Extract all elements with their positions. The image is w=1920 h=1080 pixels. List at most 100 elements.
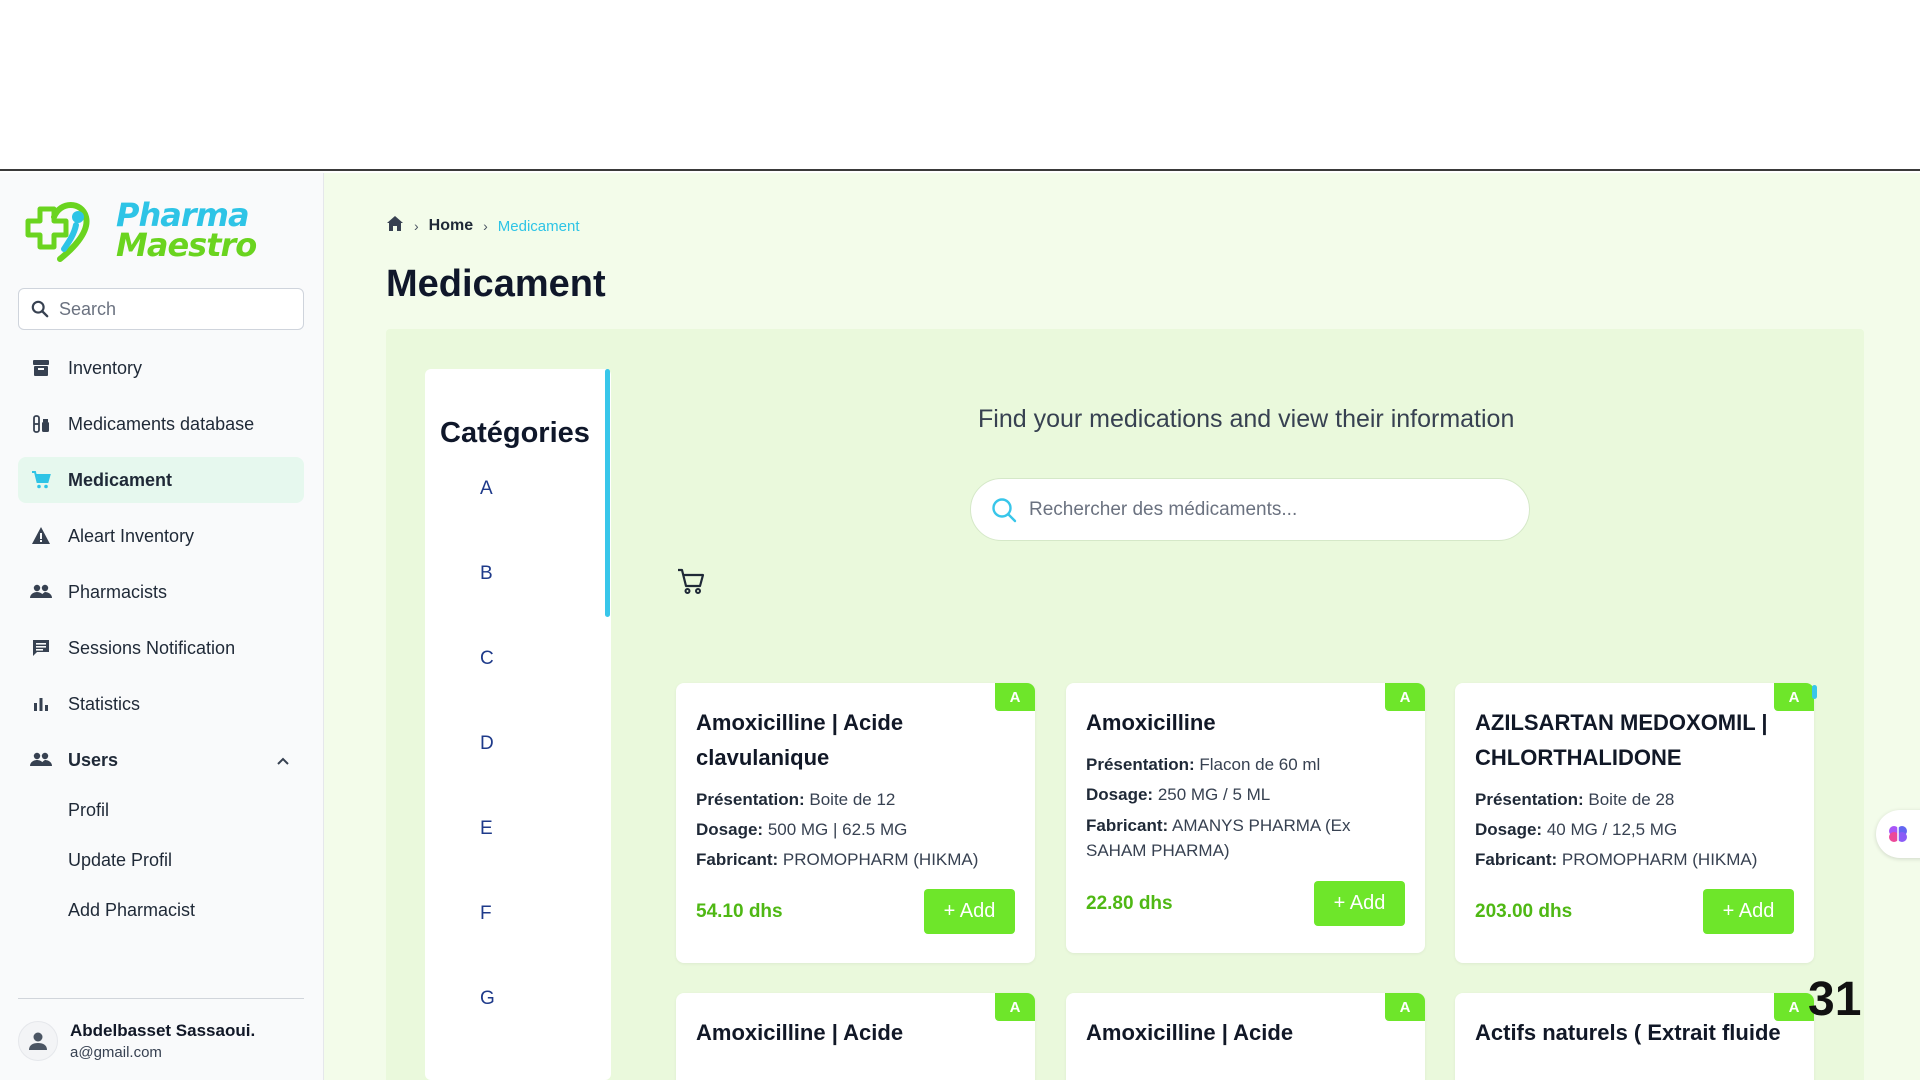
breadcrumb-home[interactable]: Home	[429, 217, 473, 235]
sidebar-item-aleart-inventory[interactable]: Aleart Inventory	[18, 513, 304, 559]
sidebar-item-label: Users	[68, 749, 119, 770]
heart-cross-logo-icon	[25, 202, 90, 262]
category-c[interactable]: C	[425, 648, 611, 733]
sidebar-item-label: Medicaments database	[68, 413, 255, 434]
add-button[interactable]: + Add	[1314, 881, 1405, 926]
bar-chart-icon	[30, 693, 52, 715]
categories-title: Catégories	[440, 417, 590, 449]
medication-card: A Amoxicilline Présentation: Flacon de 6…	[1066, 683, 1425, 953]
presentation-row: Présentation: Flacon de 60 ml	[1086, 755, 1321, 774]
user-profile[interactable]: Abdelbasset Sassaoui. a@gmail.com	[18, 1021, 255, 1061]
presentation-row: Présentation: Boite de 12	[696, 790, 896, 809]
top-blank-area	[0, 0, 1920, 171]
search-icon	[992, 497, 1017, 522]
user-icon	[29, 1032, 47, 1050]
card-footer: 54.10 dhs + Add	[696, 889, 1015, 934]
category-f[interactable]: F	[425, 903, 611, 988]
chevron-right-icon: ›	[414, 218, 419, 234]
sidebar-search-input[interactable]	[59, 298, 279, 320]
find-medications-heading: Find your medications and view their inf…	[978, 405, 1515, 433]
medication-name: Actifs naturels ( Extrait fluide	[1475, 1020, 1781, 1045]
presentation-row: Présentation: Boite de 28	[1475, 790, 1675, 809]
category-b[interactable]: B	[425, 563, 611, 648]
chevron-up-icon[interactable]	[276, 750, 290, 771]
fabricant-value: PROMOPHARM (HIKMA)	[1561, 850, 1758, 869]
medication-specs: Présentation: Boite de 28 Dosage: 40 MG …	[1475, 785, 1794, 875]
dosage-row: Dosage: 40 MG / 12,5 MG	[1475, 820, 1678, 839]
dosage-row: Dosage: 250 MG / 5 ML	[1086, 785, 1271, 804]
category-d[interactable]: D	[425, 733, 611, 818]
app-logo[interactable]: Pharma Maestro	[20, 195, 257, 265]
brain-icon	[1889, 826, 1907, 842]
sidebar-item-label: Pharmacists	[68, 581, 168, 602]
pills-icon	[30, 413, 52, 435]
sidebar-item-medicaments-database[interactable]: Medicaments database	[18, 401, 304, 447]
medication-name: AZILSARTAN MEDOXOMIL | CHLORTHALIDONE	[1475, 710, 1768, 770]
sidebar-item-sessions-notification[interactable]: Sessions Notification	[18, 625, 304, 671]
medication-card: A Amoxicilline | Acide	[1066, 993, 1425, 1080]
sidebar-item-users[interactable]: Users	[18, 737, 304, 783]
presentation-value: Flacon de 60 ml	[1199, 755, 1321, 774]
warning-icon	[30, 525, 52, 547]
cards-scrollbar[interactable]	[1812, 685, 1817, 699]
category-e[interactable]: E	[425, 818, 611, 903]
medication-search	[970, 478, 1530, 541]
sidebar-item-medicament[interactable]: Medicament	[18, 457, 304, 503]
card-footer: 22.80 dhs + Add	[1086, 881, 1405, 926]
chat-icon	[30, 637, 52, 659]
sidebar-item-pharmacists[interactable]: Pharmacists	[18, 569, 304, 615]
sidebar-subitem-add-pharmacist[interactable]: Add Pharmacist	[18, 885, 304, 935]
sidebar-item-inventory[interactable]: Inventory	[18, 345, 304, 391]
price: 22.80 dhs	[1086, 892, 1173, 914]
category-a[interactable]: A	[425, 478, 611, 563]
home-icon[interactable]	[386, 215, 404, 237]
user-email: a@gmail.com	[70, 1044, 162, 1061]
assistant-widget[interactable]	[1876, 810, 1920, 858]
chevron-right-icon: ›	[483, 218, 488, 234]
fabricant-row: Fabricant: AMANYS PHARMA (Ex SAHAM PHARM…	[1086, 816, 1351, 860]
presentation-value: Boite de 12	[809, 790, 896, 809]
dosage-value: 40 MG / 12,5 MG	[1546, 820, 1678, 839]
archive-box-icon	[30, 357, 52, 379]
logo-line-2: Maestro	[116, 226, 257, 264]
fabricant-row: Fabricant: PROMOPHARM (HIKMA)	[696, 850, 979, 869]
medication-specs: Présentation: Boite de 12 Dosage: 500 MG…	[696, 785, 1015, 875]
add-button[interactable]: + Add	[924, 889, 1015, 934]
shopping-cart-icon	[30, 469, 52, 491]
people-icon	[30, 749, 52, 771]
medication-card: A AZILSARTAN MEDOXOMIL | CHLORTHALIDONE …	[1455, 683, 1814, 963]
add-button[interactable]: + Add	[1703, 889, 1794, 934]
people-icon	[30, 581, 52, 603]
search-icon	[31, 300, 49, 318]
medication-card: A Amoxicilline | Acide	[676, 993, 1035, 1080]
medication-name: Amoxicilline | Acide clavulanique	[696, 710, 904, 770]
avatar	[18, 1021, 58, 1061]
medication-specs: Présentation: Flacon de 60 ml Dosage: 25…	[1086, 750, 1405, 863]
sidebar-item-label: Aleart Inventory	[68, 525, 195, 546]
sidebar-search	[18, 288, 304, 330]
presentation-value: Boite de 28	[1588, 790, 1675, 809]
breadcrumb-current: Medicament	[497, 217, 580, 235]
sidebar-item-statistics[interactable]: Statistics	[18, 681, 304, 727]
sidebar-divider	[18, 998, 304, 999]
sidebar-subitem-profil[interactable]: Profil	[18, 785, 304, 835]
medication-search-input[interactable]	[1029, 498, 1489, 521]
page-number: 31	[1808, 973, 1862, 1026]
cart-icon[interactable]	[676, 566, 706, 601]
fabricant-row: Fabricant: PROMOPHARM (HIKMA)	[1475, 850, 1758, 869]
card-footer: 203.00 dhs + Add	[1475, 889, 1794, 934]
main-content: › Home › Medicament Medicament Catégorie…	[324, 173, 1920, 1080]
dosage-value: 500 MG | 62.5 MG	[767, 820, 908, 839]
category-g[interactable]: G	[425, 988, 611, 1073]
sidebar-subitem-update-profil[interactable]: Update Profil	[18, 835, 304, 885]
dosage-row: Dosage: 500 MG | 62.5 MG	[696, 820, 908, 839]
medication-card: A Amoxicilline | Acide clavulanique Prés…	[676, 683, 1035, 963]
sidebar-nav: Inventory Medicaments database Medicamen…	[18, 345, 304, 935]
categories-scrollbar[interactable]	[605, 369, 610, 617]
sidebar-item-label: Statistics	[68, 693, 141, 714]
dosage-value: 250 MG / 5 ML	[1157, 785, 1271, 804]
sidebar-item-label: Medicament	[68, 469, 173, 490]
sidebar: Pharma Maestro Inventory Medi	[0, 173, 324, 1080]
app-window: Pharma Maestro Inventory Medi	[0, 173, 1920, 1080]
categories-list: A B C D E F G	[425, 478, 611, 1073]
